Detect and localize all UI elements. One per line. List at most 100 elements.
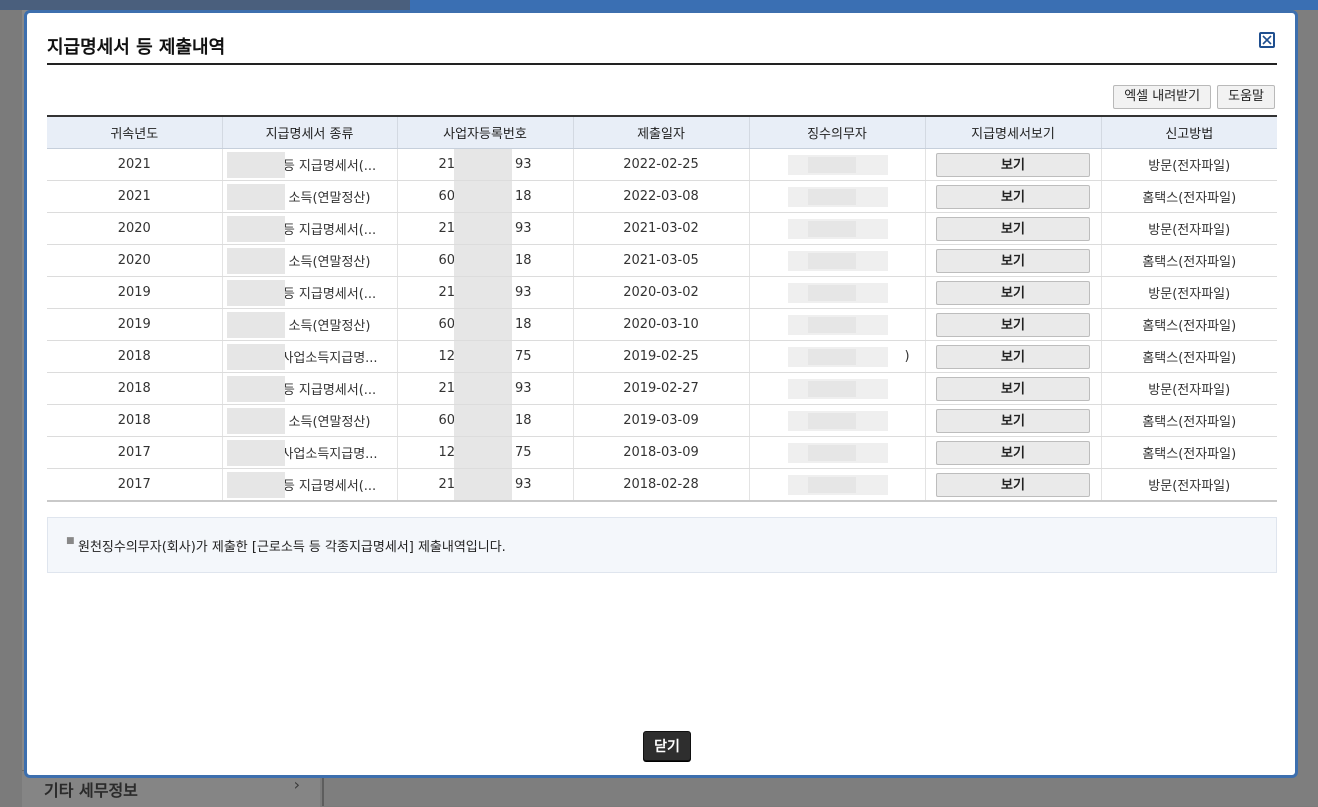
type-cell: 등 지급명세서(... — [222, 468, 398, 502]
type-cell: 사업소득지급명... — [222, 340, 398, 373]
view-cell: 보기 — [925, 212, 1102, 245]
view-button[interactable]: 보기 — [936, 216, 1090, 241]
table-row: 2021 소득(연말정산) 60 18 2022-03-08 보기 홈택스(전자파일) — [47, 180, 1277, 213]
view-cell: 보기 — [925, 436, 1102, 469]
view-cell: 보기 — [925, 372, 1102, 405]
date-cell: 2021-03-02 — [573, 212, 750, 245]
close-button[interactable]: 닫기 — [643, 731, 691, 761]
excel-download-button[interactable]: 엑셀 내려받기 — [1113, 85, 1212, 109]
column-header[interactable]: 지급명세서 종류 — [222, 116, 398, 149]
help-button[interactable]: 도움말 — [1217, 85, 1275, 109]
redacted-block — [453, 309, 512, 340]
view-button[interactable]: 보기 — [936, 344, 1090, 369]
bizno-suffix: 18 — [515, 317, 532, 332]
year-cell: 2017 — [47, 468, 223, 502]
date-cell: 2019-02-25 — [573, 340, 750, 373]
redacted-block — [453, 405, 512, 436]
column-header[interactable]: 귀속년도 — [47, 116, 223, 149]
view-button[interactable]: 보기 — [936, 280, 1090, 305]
date-cell: 2018-03-09 — [573, 436, 750, 469]
method-cell: 홈택스(전자파일) — [1101, 244, 1277, 277]
year-cell: 2019 — [47, 308, 223, 341]
method-cell: 홈택스(전자파일) — [1101, 436, 1277, 469]
redacted-block — [226, 312, 285, 338]
redacted-block — [807, 477, 856, 493]
bizno-cell: 60 18 — [397, 244, 574, 277]
info-note-box: ■ 원천징수의무자(회사)가 제출한 [근로소득 등 각종지급명세서] 제출내역… — [47, 517, 1277, 573]
view-button[interactable]: 보기 — [936, 440, 1090, 465]
type-cell: 등 지급명세서(... — [222, 276, 398, 309]
agent-cell — [749, 180, 926, 213]
method-cell: 홈택스(전자파일) — [1101, 340, 1277, 373]
view-button[interactable]: 보기 — [936, 184, 1090, 209]
redacted-block — [453, 277, 512, 308]
year-cell: 2018 — [47, 404, 223, 437]
view-button[interactable]: 보기 — [936, 312, 1090, 337]
method-cell-text: 홈택스(전자파일) — [1142, 191, 1237, 206]
column-header[interactable]: 제출일자 — [573, 116, 750, 149]
agent-cell — [749, 308, 926, 341]
table-row: 2021 등 지급명세서(... 21 93 2022-02-25 보기 방문(전자파일) — [47, 148, 1277, 181]
table-row: 2017 사업소득지급명... 12 75 2018-03-09 보기 홈택스(전자파일) — [47, 436, 1277, 469]
top-header-accent — [410, 0, 1318, 10]
type-cell-text: 소득(연말정산) — [288, 415, 371, 430]
type-cell: 소득(연말정산) — [222, 404, 398, 437]
redacted-block — [226, 472, 285, 498]
redacted-block — [807, 381, 856, 397]
agent-cell — [749, 212, 926, 245]
date-cell: 2020-03-10 — [573, 308, 750, 341]
year-cell: 2020 — [47, 212, 223, 245]
date-cell: 2019-03-09 — [573, 404, 750, 437]
method-cell-text: 방문(전자파일) — [1148, 159, 1231, 174]
redacted-block — [226, 152, 285, 178]
column-header[interactable]: 사업자등록번호 — [397, 116, 574, 149]
table-row: 2018 등 지급명세서(... 21 93 2019-02-27 보기 방문(전자파일) — [47, 372, 1277, 405]
view-button[interactable]: 보기 — [936, 248, 1090, 273]
agent-cell — [749, 244, 926, 277]
redacted-block — [453, 373, 512, 404]
date-cell: 2022-02-25 — [573, 148, 750, 181]
date-cell-text: 2021-03-05 — [623, 253, 699, 268]
info-note-text: 원천징수의무자(회사)가 제출한 [근로소득 등 각종지급명세서] 제출내역입니… — [78, 540, 506, 555]
view-button[interactable]: 보기 — [936, 472, 1090, 497]
year-cell: 2021 — [47, 148, 223, 181]
view-button[interactable]: 보기 — [936, 152, 1090, 177]
date-cell-text: 2022-03-08 — [623, 189, 699, 204]
type-cell-text: 등 지급명세서(... — [282, 479, 377, 494]
sidebar-item-label: 기타 세무정보 — [44, 781, 138, 800]
date-cell-text: 2019-03-09 — [623, 413, 699, 428]
table-row: 2018 사업소득지급명... 12 75 2019-02-25) 보기 홈택스(전자파일) — [47, 340, 1277, 373]
view-button[interactable]: 보기 — [936, 376, 1090, 401]
table-row: 2019 등 지급명세서(... 21 93 2020-03-02 보기 방문(전자파일) — [47, 276, 1277, 309]
type-cell-text: 사업소득지급명... — [281, 351, 378, 366]
type-cell: 소득(연말정산) — [222, 180, 398, 213]
year-cell-text: 2019 — [117, 285, 151, 300]
year-cell-text: 2020 — [117, 221, 151, 236]
method-cell-text: 홈택스(전자파일) — [1142, 351, 1237, 366]
redacted-block — [226, 344, 285, 370]
method-cell-text: 홈택스(전자파일) — [1142, 415, 1237, 430]
redacted-block — [453, 149, 512, 180]
table-header-row: 귀속년도 지급명세서 종류 사업자등록번호 제출일자 징수의무자 지급명세서보기… — [47, 116, 1277, 149]
bizno-suffix: 18 — [515, 413, 532, 428]
close-icon[interactable] — [1259, 32, 1275, 48]
bizno-cell: 12 75 — [397, 340, 574, 373]
submission-table: 귀속년도 지급명세서 종류 사업자등록번호 제출일자 징수의무자 지급명세서보기… — [47, 115, 1277, 502]
method-cell: 홈택스(전자파일) — [1101, 404, 1277, 437]
agent-cell — [749, 276, 926, 309]
date-cell: 2020-03-02 — [573, 276, 750, 309]
redacted-block — [807, 189, 856, 205]
view-button[interactable]: 보기 — [936, 408, 1090, 433]
type-cell: 사업소득지급명... — [222, 436, 398, 469]
type-cell: 등 지급명세서(... — [222, 372, 398, 405]
year-cell-text: 2018 — [117, 381, 151, 396]
column-header[interactable]: 징수의무자 — [749, 116, 926, 149]
year-cell-text: 2017 — [117, 477, 151, 492]
date-cell-text: 2019-02-27 — [623, 381, 699, 396]
view-cell: 보기 — [925, 340, 1102, 373]
year-cell: 2020 — [47, 244, 223, 277]
column-header[interactable]: 지급명세서보기 — [925, 116, 1102, 149]
year-cell: 2017 — [47, 436, 223, 469]
redacted-block — [807, 413, 856, 429]
column-header[interactable]: 신고방법 — [1101, 116, 1277, 149]
